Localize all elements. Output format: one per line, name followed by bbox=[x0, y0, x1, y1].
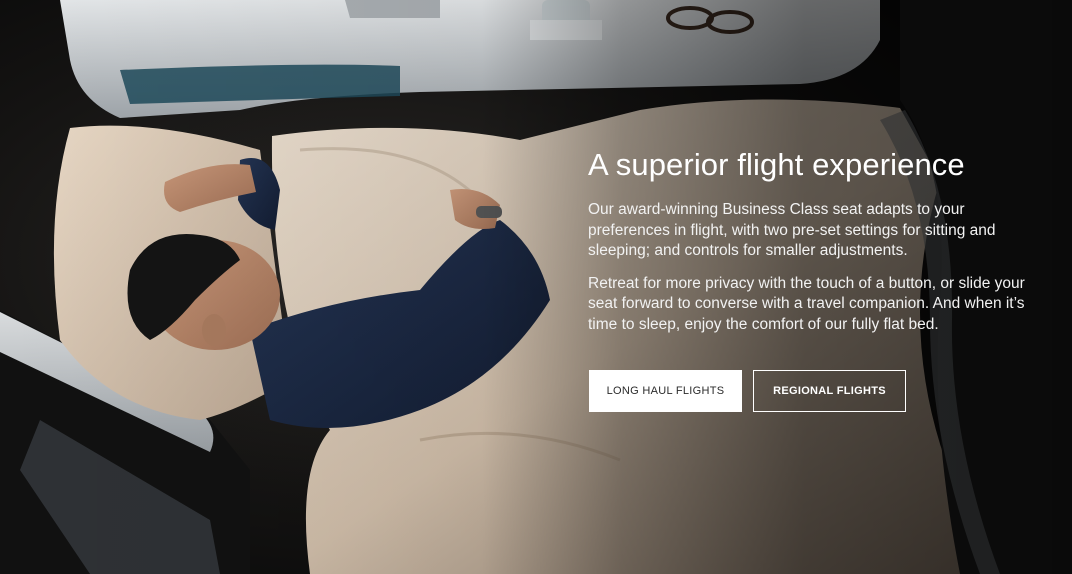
hero-content: A superior flight experience Our award-w… bbox=[588, 146, 1048, 347]
hero-paragraph-privacy: Retreat for more privacy with the touch … bbox=[588, 274, 1025, 333]
hero-title: A superior flight experience bbox=[588, 147, 965, 182]
regional-flights-button[interactable]: REGIONAL FLIGHTS bbox=[753, 370, 906, 412]
long-haul-flights-button[interactable]: LONG HAUL FLIGHTS bbox=[589, 370, 742, 412]
hero-banner: A superior flight experience Our award-w… bbox=[0, 0, 1072, 574]
cta-buttons: LONG HAUL FLIGHTS REGIONAL FLIGHTS bbox=[589, 370, 906, 412]
hero-paragraph-seat: Our award-winning Business Class seat ad… bbox=[588, 201, 996, 259]
